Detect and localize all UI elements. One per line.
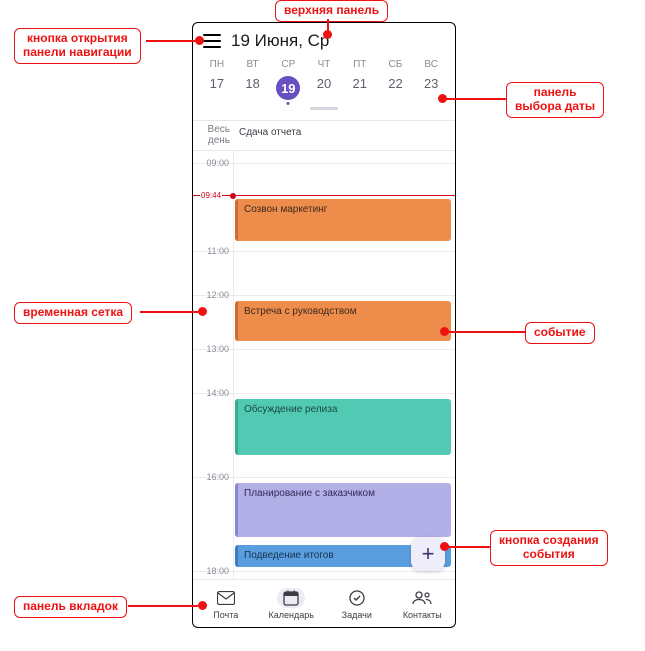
day-cell[interactable]: 20 (306, 72, 342, 104)
annotation: панель вкладок (14, 596, 127, 618)
top-bar: 19 Июня, Ср (193, 23, 455, 55)
weekday: ПТ (342, 57, 378, 72)
create-event-button[interactable]: + (411, 537, 445, 571)
hour-label: 14:00 (193, 388, 233, 398)
weekday: СР (270, 57, 306, 72)
day-cell[interactable]: 18 (235, 72, 271, 104)
weekday: ЧТ (306, 57, 342, 72)
check-circle-icon (343, 588, 371, 608)
day-cell[interactable]: 17 (199, 72, 235, 104)
event-block[interactable]: Встреча с руководством (235, 301, 451, 341)
hour-label: 16:00 (193, 472, 233, 482)
hour-line: 11:00 (193, 251, 455, 295)
hour-line: 13:00 (193, 349, 455, 393)
tab-label: Календарь (269, 610, 314, 620)
hour-line: 18:00 (193, 571, 455, 579)
time-grid[interactable]: 09:00 09:44 Созвон маркетинг 11:00 12:00… (193, 151, 455, 579)
now-indicator: 09:44 (193, 195, 455, 196)
day-cell[interactable]: 22 (378, 72, 414, 104)
day-cell[interactable]: 21 (342, 72, 378, 104)
weekday: ВС (413, 57, 449, 72)
hour-label: 12:00 (193, 290, 233, 300)
hour-label: 18:00 (193, 566, 233, 576)
event-block[interactable]: Созвон маркетинг (235, 199, 451, 241)
drag-handle[interactable] (310, 107, 338, 110)
daynum-row: 17 18 19 20 21 22 23 (199, 72, 449, 104)
hour-label: 13:00 (193, 344, 233, 354)
annotation: кнопка создания события (490, 530, 608, 566)
hour-label: 09:00 (193, 158, 233, 168)
allday-label: Весь день (193, 121, 233, 150)
day-cell-selected[interactable]: 19 (270, 72, 306, 104)
people-icon (408, 588, 436, 608)
tab-calendar[interactable]: Календарь (259, 580, 325, 627)
phone-frame: 19 Июня, Ср ПН ВТ СР ЧТ ПТ СБ ВС 17 18 1… (192, 22, 456, 628)
weekday: СБ (378, 57, 414, 72)
calendar-icon (277, 588, 305, 608)
menu-icon[interactable] (203, 34, 221, 48)
date-picker-panel: ПН ВТ СР ЧТ ПТ СБ ВС 17 18 19 20 21 22 2… (193, 55, 455, 120)
weekday: ПН (199, 57, 235, 72)
annotation: верхняя панель (275, 0, 388, 22)
mail-icon (212, 588, 240, 608)
tab-label: Контакты (403, 610, 442, 620)
allday-event[interactable]: Сдача отчета (233, 121, 455, 150)
event-block[interactable]: Обсуждение релиза (235, 399, 451, 455)
annotation: кнопка открытия панели навигации (14, 28, 141, 64)
weekday: ВТ (235, 57, 271, 72)
allday-row: Весь день Сдача отчета (193, 120, 455, 151)
tab-contacts[interactable]: Контакты (390, 580, 456, 627)
event-block[interactable]: Планирование с заказчиком (235, 483, 451, 537)
tab-tasks[interactable]: Задачи (324, 580, 390, 627)
annotation: временная сетка (14, 302, 132, 324)
tab-label: Почта (213, 610, 238, 620)
plus-icon: + (422, 541, 435, 567)
annotation: панель выбора даты (506, 82, 604, 118)
hour-label: 11:00 (193, 246, 233, 256)
tab-label: Задачи (342, 610, 372, 620)
page-title: 19 Июня, Ср (231, 31, 329, 51)
annotation: событие (525, 322, 595, 344)
tab-bar: Почта Календарь Задачи Контакты (193, 579, 455, 627)
weekday-row: ПН ВТ СР ЧТ ПТ СБ ВС (199, 57, 449, 72)
now-label: 09:44 (200, 191, 222, 200)
